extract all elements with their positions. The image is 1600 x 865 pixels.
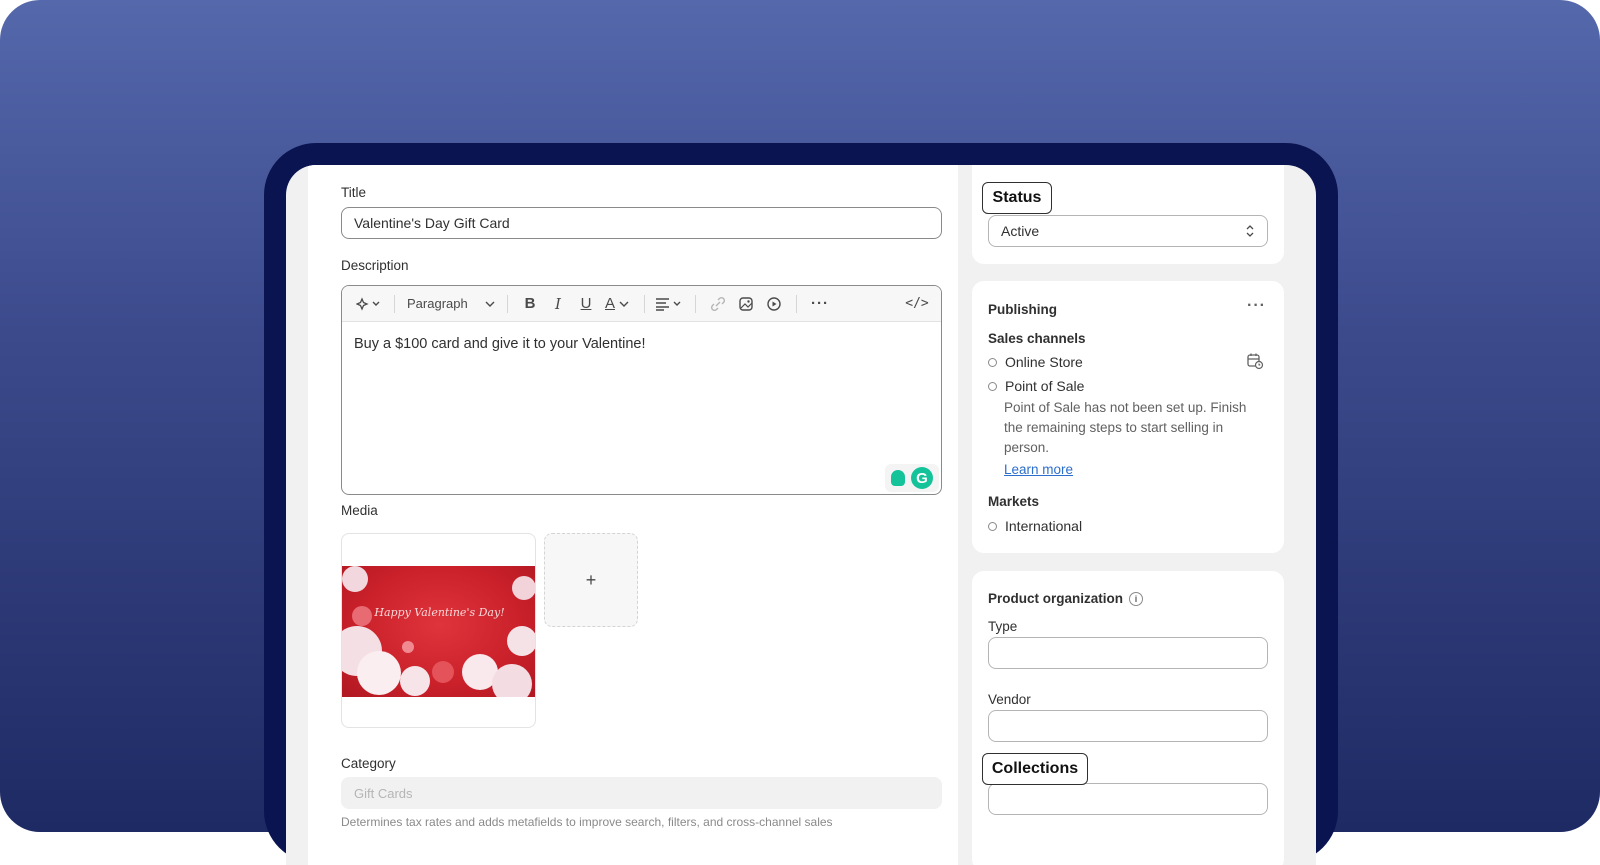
align-left-icon — [656, 297, 681, 311]
product-organization-title: Product organization — [988, 591, 1123, 606]
insert-image-button[interactable] — [732, 292, 760, 316]
link-icon — [710, 296, 726, 311]
category-label: Category — [341, 756, 396, 771]
italic-button[interactable]: I — [544, 292, 572, 316]
valentine-card-image: Happy Valentine's Day! — [342, 566, 535, 697]
learn-more-link[interactable]: Learn more — [1004, 462, 1073, 477]
markets-label: Markets — [988, 494, 1040, 509]
market-international[interactable]: International — [988, 518, 1082, 534]
collections-heading-callout: Collections — [982, 753, 1088, 785]
more-options-button[interactable]: ··· — [805, 292, 835, 316]
app-screen: Title Valentine's Day Gift Card Descript… — [286, 165, 1316, 865]
grammarly-icon: G — [911, 467, 933, 489]
category-input[interactable]: Gift Cards — [341, 777, 942, 809]
status-selected-value: Active — [1001, 223, 1040, 239]
title-label: Title — [341, 185, 367, 200]
status-select[interactable]: Active — [988, 215, 1268, 247]
link-button[interactable] — [704, 292, 732, 316]
info-icon[interactable]: i — [1129, 592, 1143, 607]
product-organization-heading: Product organization i — [988, 591, 1143, 607]
text-color-button[interactable]: A — [600, 292, 636, 316]
paragraph-format-label: Paragraph — [407, 296, 468, 311]
pos-note-line: person. — [1004, 440, 1050, 455]
publishing-menu-button[interactable]: ··· — [1247, 297, 1266, 315]
sales-channels-label: Sales channels — [988, 331, 1086, 346]
chevron-down-icon — [619, 301, 629, 307]
type-input[interactable] — [988, 637, 1268, 669]
media-thumbnail[interactable]: Happy Valentine's Day! — [341, 533, 536, 728]
channel-status-dot — [988, 381, 997, 391]
toolbar-divider — [507, 294, 508, 313]
pos-note-line: the remaining steps to start selling in — [1004, 420, 1224, 435]
title-input[interactable]: Valentine's Day Gift Card — [341, 207, 942, 239]
toolbar-divider — [644, 294, 645, 313]
image-icon — [739, 296, 753, 311]
code-view-button[interactable]: </> — [903, 292, 931, 316]
publishing-card: Publishing ··· Sales channels Online Sto… — [972, 281, 1284, 553]
editor-toolbar: Paragraph B I U A ··· </> — [342, 286, 941, 322]
description-label: Description — [341, 258, 409, 273]
media-image-caption: Happy Valentine's Day! — [374, 606, 505, 619]
schedule-calendar-icon[interactable] — [1246, 352, 1264, 375]
align-button[interactable] — [653, 292, 687, 316]
status-card: Active — [972, 165, 1284, 264]
type-label: Type — [988, 619, 1018, 634]
ai-magic-button[interactable] — [352, 292, 386, 316]
title-value: Valentine's Day Gift Card — [354, 215, 510, 231]
vendor-label: Vendor — [988, 692, 1031, 707]
market-label: International — [1005, 518, 1083, 534]
toolbar-divider — [796, 294, 797, 313]
category-help-text: Determines tax rates and adds metafields… — [341, 815, 833, 829]
paragraph-format-select[interactable]: Paragraph — [403, 292, 499, 316]
channel-label: Point of Sale — [1005, 378, 1085, 394]
add-media-button[interactable]: + — [544, 533, 638, 627]
publishing-heading: Publishing — [988, 302, 1057, 317]
market-status-dot — [988, 521, 997, 531]
chevron-down-icon — [485, 301, 495, 307]
channel-point-of-sale[interactable]: Point of Sale — [988, 378, 1084, 394]
text-color-glyph: A — [604, 295, 615, 312]
product-organization-card: Product organization i Type Vendor — [972, 571, 1284, 865]
toolbar-divider — [695, 294, 696, 313]
channel-status-dot — [988, 357, 997, 367]
play-circle-icon — [767, 296, 781, 311]
underline-button[interactable]: U — [572, 292, 600, 316]
lightbulb-icon — [891, 470, 905, 486]
channel-online-store[interactable]: Online Store — [988, 354, 1083, 370]
collections-input[interactable] — [988, 783, 1268, 815]
media-label: Media — [341, 503, 378, 518]
product-details-card: Title Valentine's Day Gift Card Descript… — [308, 165, 958, 865]
vendor-input[interactable] — [988, 710, 1268, 742]
toolbar-divider — [394, 294, 395, 313]
pos-setup-note: Point of Sale has not been set up. Finis… — [1004, 398, 1246, 458]
description-content[interactable]: Buy a $100 card and give it to your Vale… — [342, 322, 941, 366]
description-editor[interactable]: Paragraph B I U A ··· </> Buy a $100 car… — [341, 285, 942, 495]
bold-button[interactable]: B — [516, 292, 544, 316]
channel-label: Online Store — [1005, 354, 1083, 370]
pos-note-line: Point of Sale has not been set up. Finis… — [1004, 400, 1247, 415]
insert-video-button[interactable] — [760, 292, 788, 316]
sparkle-icon — [356, 296, 380, 311]
grammarly-widget[interactable]: G — [885, 464, 939, 492]
category-placeholder: Gift Cards — [354, 785, 413, 801]
chevron-up-down-icon — [1246, 225, 1254, 237]
status-heading-callout: Status — [982, 182, 1052, 214]
